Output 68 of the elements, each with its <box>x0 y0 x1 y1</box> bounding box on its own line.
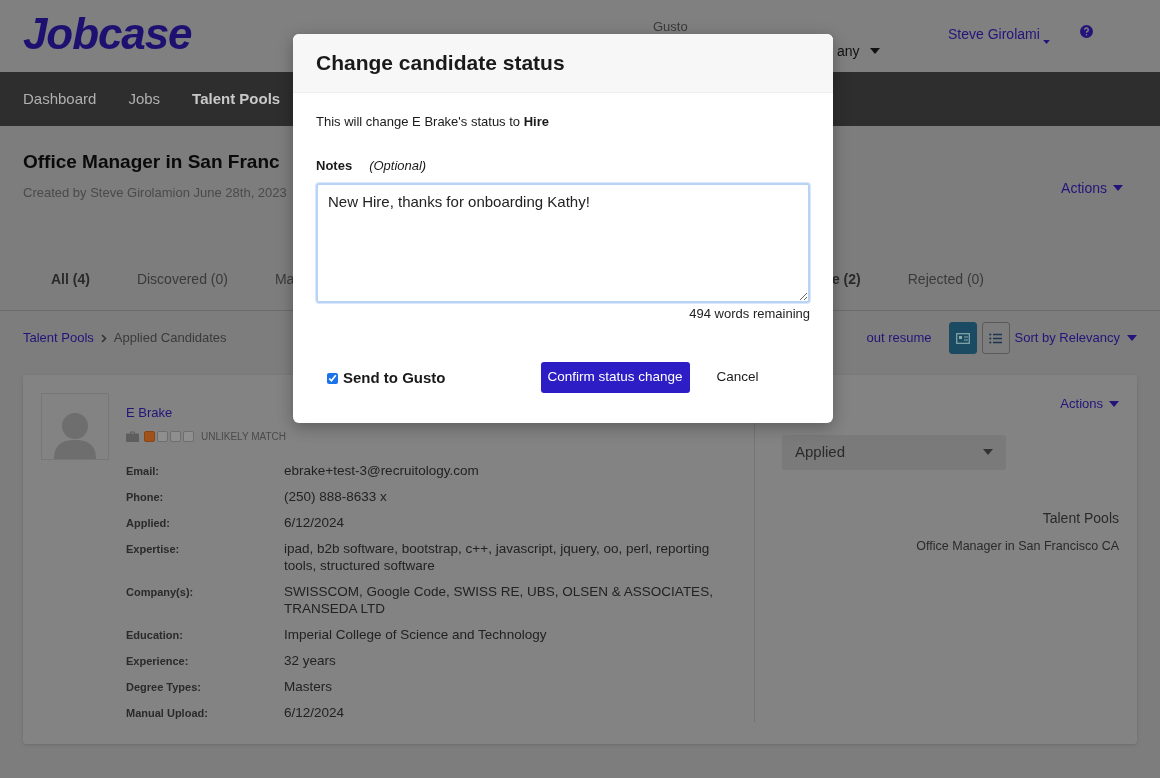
breadcrumb-link[interactable]: Talent Pools <box>23 328 94 348</box>
caret-icon <box>1109 400 1119 407</box>
id-card-icon <box>955 332 970 344</box>
breadcrumb-current: Applied Candidates <box>113 329 227 348</box>
field-label: Education: <box>126 627 184 643</box>
company-label: Gusto <box>653 18 689 36</box>
field-value: ebrake+test-3@recruitology.com <box>284 461 480 480</box>
caret-icon <box>869 48 880 54</box>
field-value: 32 years <box>284 651 337 670</box>
sort-menu[interactable]: Sort by Relevancy <box>1014 328 1137 348</box>
caret-icon <box>1113 185 1123 191</box>
send-label: Send to Gusto <box>343 367 446 388</box>
match-square <box>170 430 181 442</box>
field-label: Phone: <box>126 489 165 505</box>
field-label: Applied: <box>126 515 171 531</box>
send-checkbox[interactable] <box>327 372 338 384</box>
match-label: UNLIKELY MATCH <box>201 429 287 444</box>
field-label: Degree Types: <box>126 679 202 695</box>
match-square <box>144 430 155 442</box>
caret-icon <box>983 449 993 455</box>
actions-menu[interactable]: Actions <box>1061 178 1123 198</box>
words-remaining: 494 words remaining <box>689 305 810 323</box>
field-value: ipad, b2b software, bootstrap, c++, javascript, jquery, oo, perl, reporting tools, structured software <box>284 539 711 575</box>
chevron-right-icon <box>100 333 107 343</box>
status-tab[interactable]: Ma <box>274 269 295 290</box>
caret-icon <box>1042 40 1050 44</box>
pools-heading: Talent Pools <box>1042 508 1119 528</box>
field-value: (250) 888-8633 x <box>284 487 388 506</box>
field-label: Email: <box>126 463 160 479</box>
list-icon <box>989 332 1002 344</box>
status-tab[interactable]: Discovered (0) <box>136 269 228 290</box>
field-value: SWISSCOM, Google Code, SWISS RE, UBS, OLSEN & ASSOCIATES, TRANSEDA LTD <box>284 582 714 618</box>
list-view-button[interactable] <box>981 322 1010 354</box>
field-value: Masters <box>284 677 333 696</box>
confirm-button[interactable]: Confirm status change <box>540 361 690 393</box>
status-tab[interactable]: All (4) <box>51 269 90 290</box>
resume-link[interactable]: out resume <box>866 328 932 348</box>
status-tab[interactable]: e (2) <box>831 269 861 290</box>
job-title: Office Manager in San Franc <box>23 150 281 174</box>
match-square <box>157 430 168 442</box>
optional-hint: (Optional) <box>369 156 427 175</box>
nav-link[interactable]: Jobs <box>128 87 161 111</box>
nav-link[interactable]: Dashboard <box>23 87 97 111</box>
company-select[interactable]: any <box>837 40 860 62</box>
actions-menu[interactable]: Actions <box>1060 394 1119 414</box>
field-label: Experience: <box>126 653 190 669</box>
logo[interactable]: Jobcase <box>23 10 243 58</box>
status-select[interactable]: Applied <box>782 434 1006 470</box>
user-menu[interactable]: Steve Girolami <box>948 24 1050 45</box>
field-value: Imperial College of Science and Technology <box>284 625 548 644</box>
pools-value: Office Manager in San Francisco CA <box>916 537 1119 555</box>
dialog-title: Change candidate status <box>316 50 565 77</box>
cancel-button[interactable]: Cancel <box>709 361 766 393</box>
notes-field[interactable]: New Hire, thanks for onboarding Kathy! <box>316 183 810 303</box>
notes-label: Notes <box>316 156 353 175</box>
dialog-message: This will change E Brake's status to Hire <box>315 113 550 131</box>
field-value: 6/12/2024 <box>284 513 346 532</box>
briefcase-icon <box>126 430 139 442</box>
caret-icon <box>1127 335 1137 341</box>
field-label: Expertise: <box>126 541 181 557</box>
field-value: 6/12/2024 <box>284 703 346 722</box>
match-square <box>183 430 194 442</box>
help-icon[interactable] <box>1079 25 1093 38</box>
status-tab[interactable]: Rejected (0) <box>907 269 984 290</box>
card-view-button[interactable] <box>948 322 977 354</box>
field-label: Manual Upload: <box>126 705 209 721</box>
nav-link[interactable]: Talent Pools <box>192 87 281 111</box>
field-label: Company(s): <box>126 584 195 600</box>
